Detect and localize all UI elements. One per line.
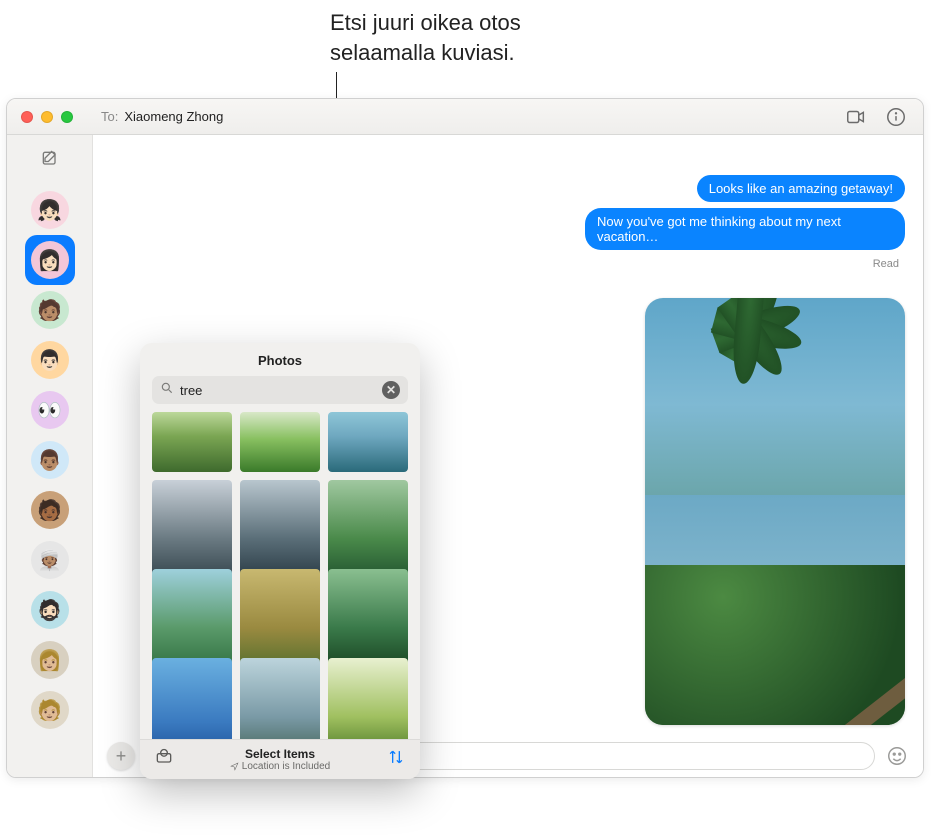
photo-thumbnail[interactable] [152, 658, 232, 739]
conversation-item[interactable]: 🧑🏽 [25, 285, 75, 335]
minimize-window-button[interactable] [41, 111, 53, 123]
read-receipt: Read [873, 258, 905, 270]
avatar: 🧔🏻 [31, 591, 69, 629]
avatar: 🧑🏾 [31, 491, 69, 529]
to-field[interactable]: To: Xiaomeng Zhong [93, 109, 845, 124]
details-info-icon[interactable] [885, 106, 907, 128]
titlebar: To: Xiaomeng Zhong [7, 99, 923, 135]
avatar: 👩🏻 [31, 241, 69, 279]
photos-popover-footer: Select Items Location is Included [140, 739, 420, 779]
photos-grid[interactable] [140, 412, 420, 739]
emoji-picker-icon[interactable] [885, 744, 909, 768]
to-label: To: [101, 109, 118, 124]
memoji-stickers-icon[interactable] [154, 747, 174, 772]
avatar: 🧑🏽 [31, 291, 69, 329]
location-included-label: Location is Included [230, 761, 330, 772]
decorative [645, 324, 905, 725]
conversation-item[interactable]: 🧔🏻 [25, 585, 75, 635]
message-bubble[interactable]: Now you've got me thinking about my next… [585, 208, 905, 250]
avatar: 👩🏼 [31, 641, 69, 679]
fullscreen-window-button[interactable] [61, 111, 73, 123]
conversation-item[interactable]: 👨🏽 [25, 435, 75, 485]
callout-line1: Etsi juuri oikea otos [330, 8, 521, 38]
conversation-item[interactable]: 👨🏻 [25, 335, 75, 385]
clear-search-icon[interactable]: ✕ [382, 381, 400, 399]
select-items-label: Select Items [245, 747, 315, 761]
photo-thumbnail[interactable] [240, 412, 320, 472]
callout-line2: selaamalla kuviasi. [330, 38, 521, 68]
avatar: 👨🏽 [31, 441, 69, 479]
conversation-item[interactable]: 👧🏻 [25, 185, 75, 235]
conversation-item[interactable]: 🧑🏾 [25, 485, 75, 535]
message-bubble[interactable]: Looks like an amazing getaway! [697, 175, 905, 202]
photos-search-field[interactable]: tree ✕ [152, 376, 408, 404]
conversation-item[interactable]: 🧑🏼 [25, 685, 75, 735]
close-window-button[interactable] [21, 111, 33, 123]
photo-thumbnail[interactable] [152, 412, 232, 472]
facetime-video-icon[interactable] [845, 106, 867, 128]
conversations-sidebar: 👧🏻 👩🏻 🧑🏽 👨🏻 👀 👨🏽 🧑🏾 👳🏽 🧔🏻 👩🏼 🧑🏼 [7, 135, 93, 777]
avatar: 👧🏻 [31, 191, 69, 229]
photos-popover: Photos tree ✕ Select Items Location is I… [140, 343, 420, 779]
avatar: 👀 [31, 391, 69, 429]
compose-button[interactable] [36, 145, 64, 173]
avatar: 🧑🏼 [31, 691, 69, 729]
sort-toggle-icon[interactable] [386, 747, 406, 772]
photos-search-value: tree [180, 383, 376, 398]
apps-plus-button[interactable]: + [107, 742, 135, 770]
search-icon [160, 381, 174, 400]
photo-thumbnail[interactable] [328, 658, 408, 739]
conversation-item[interactable]: 👩🏻 [25, 235, 75, 285]
recipient-name: Xiaomeng Zhong [124, 109, 223, 124]
photos-popover-title: Photos [140, 343, 420, 376]
conversation-item[interactable]: 👀 [25, 385, 75, 435]
conversation-item[interactable]: 👩🏼 [25, 635, 75, 685]
avatar: 👳🏽 [31, 541, 69, 579]
callout-label: Etsi juuri oikea otos selaamalla kuviasi… [330, 8, 521, 67]
photo-thumbnail[interactable] [328, 412, 408, 472]
image-message[interactable] [645, 298, 905, 725]
conversation-item[interactable]: 👳🏽 [25, 535, 75, 585]
avatar: 👨🏻 [31, 341, 69, 379]
window-controls [7, 111, 93, 123]
photo-thumbnail[interactable] [240, 658, 320, 739]
